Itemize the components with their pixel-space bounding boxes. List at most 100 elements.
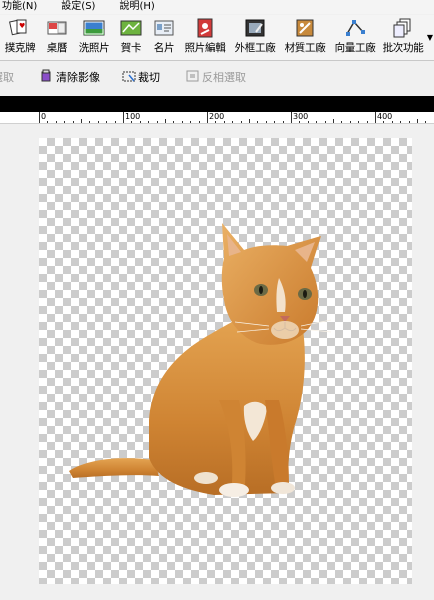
toolbar-desk-calendar-button[interactable]: 桌曆 (40, 15, 74, 59)
toolbar-label: 向量工廠 (334, 42, 376, 54)
toolbar-label: 名片 (153, 42, 175, 54)
ruler-label: 200 (209, 112, 225, 121)
ruler-tick (283, 121, 284, 123)
ruler-tick (375, 112, 376, 123)
ruler-tick (409, 121, 410, 123)
menu-bar: 功能(N) 設定(S) 說明(H) (0, 0, 434, 14)
select-label: 選取 (0, 71, 14, 84)
menu-function[interactable]: 功能(N) (2, 0, 37, 14)
toolbar-frame-factory-button[interactable]: 外框工廠 (230, 15, 280, 59)
ruler-tick (39, 112, 40, 123)
svg-text:♥: ♥ (19, 22, 25, 30)
ruler-tick (333, 119, 334, 123)
select-button[interactable]: 選取 (0, 69, 14, 85)
ruler-tick (291, 112, 292, 123)
ruler-label: 100 (125, 112, 141, 121)
batch-icon (392, 18, 414, 38)
ruler-tick (350, 121, 351, 123)
business-card-icon (153, 18, 175, 38)
ruler-tick (400, 121, 401, 123)
toolbar-photo-print-button[interactable]: 洗照片 (74, 15, 114, 59)
ruler-tick (224, 121, 225, 123)
texture-factory-icon (294, 18, 316, 38)
photo-editor-window: 功能(N) 設定(S) 說明(H) ♥ 撲克牌 桌曆 洗照片 賀卡 名片 照片編… (0, 0, 434, 600)
ruler-tick (207, 112, 208, 123)
toolbar-overflow-chevron-icon[interactable]: ▼ (426, 15, 434, 59)
photo-print-icon (83, 18, 105, 38)
ruler-tick (81, 119, 82, 123)
menu-settings[interactable]: 設定(S) (61, 0, 95, 14)
ruler-tick (47, 121, 48, 123)
toolbar-photo-edit-button[interactable]: 照片編輯 (180, 15, 230, 59)
toolbar-texture-factory-button[interactable]: 材質工廠 (280, 15, 330, 59)
ruler-tick (383, 121, 384, 123)
edit-action-bar: 選取 清除影像 裁切 (0, 62, 434, 92)
invert-select-icon (186, 69, 200, 86)
crop-label: 裁切 (138, 71, 160, 84)
ruler-tick (257, 121, 258, 123)
image-canvas[interactable] (39, 138, 412, 584)
ruler-tick (274, 121, 275, 123)
playing-cards-icon: ♥ (9, 18, 31, 38)
invert-select-label: 反相選取 (202, 71, 246, 84)
toolbar-label: 外框工廠 (234, 42, 276, 54)
ruler-tick (64, 121, 65, 123)
ruler-tick (89, 121, 90, 123)
clear-image-button[interactable]: 清除影像 (40, 69, 100, 86)
ruler-tick (157, 121, 158, 123)
toolbar-label: 照片編輯 (184, 42, 226, 54)
toolbar-label: 撲克牌 (4, 42, 36, 54)
ruler-tick (173, 121, 174, 123)
ruler-tick (367, 121, 368, 123)
ruler-tick (140, 121, 141, 123)
toolbar-greeting-card-button[interactable]: 賀卡 (114, 15, 148, 59)
ruler-tick (123, 112, 124, 123)
ruler-tick (341, 121, 342, 123)
clear-image-label: 清除影像 (56, 71, 100, 84)
ruler-tick (115, 121, 116, 123)
toolbar-business-card-button[interactable]: 名片 (148, 15, 180, 59)
desk-calendar-icon (46, 18, 68, 38)
ruler-tick (249, 119, 250, 123)
vector-factory-icon (344, 18, 366, 38)
crop-icon (122, 69, 136, 86)
toolbar-label: 材質工廠 (284, 42, 326, 54)
workspace (0, 124, 434, 600)
photo-edit-icon (194, 18, 216, 38)
menu-help[interactable]: 說明(H) (119, 0, 154, 14)
ruler-tick (199, 121, 200, 123)
eraser-icon (40, 69, 54, 86)
toolbar-vector-factory-button[interactable]: 向量工廠 (330, 15, 380, 59)
ruler-tick (106, 121, 107, 123)
ruler-tick (425, 121, 426, 123)
ruler-tick (215, 121, 216, 123)
ruler-tick (56, 121, 57, 123)
ruler-tick (73, 121, 74, 123)
toolbar-label: 批次功能 (382, 42, 424, 54)
toolbar-batch-button[interactable]: 批次功能 (380, 15, 426, 59)
ruler-tick (190, 121, 191, 123)
ruler-tick (316, 121, 317, 123)
ruler-tick (417, 119, 418, 123)
ruler-tick (98, 121, 99, 123)
ruler-tick (266, 121, 267, 123)
ruler-label: 400 (377, 112, 393, 121)
ruler-label: 0 (41, 112, 47, 121)
ruler-tick (392, 121, 393, 123)
horizontal-ruler: 0 100 200 300 400 (0, 112, 434, 124)
invert-select-button[interactable]: 反相選取 (186, 69, 246, 86)
greeting-card-icon (120, 18, 142, 38)
ruler-tick (182, 121, 183, 123)
toolbar-label: 賀卡 (120, 42, 142, 54)
ruler-tick (148, 121, 149, 123)
cat-photo-cutout (69, 223, 332, 497)
ruler-tick (131, 121, 132, 123)
ruler-tick (299, 121, 300, 123)
frame-factory-icon (244, 18, 266, 38)
ruler-tick (325, 121, 326, 123)
ruler-label: 300 (293, 112, 309, 121)
ruler-tick (165, 119, 166, 123)
toolbar-playing-cards-button[interactable]: ♥ 撲克牌 (0, 15, 40, 59)
crop-button[interactable]: 裁切 (122, 69, 160, 86)
toolbar-label: 桌曆 (46, 42, 68, 54)
